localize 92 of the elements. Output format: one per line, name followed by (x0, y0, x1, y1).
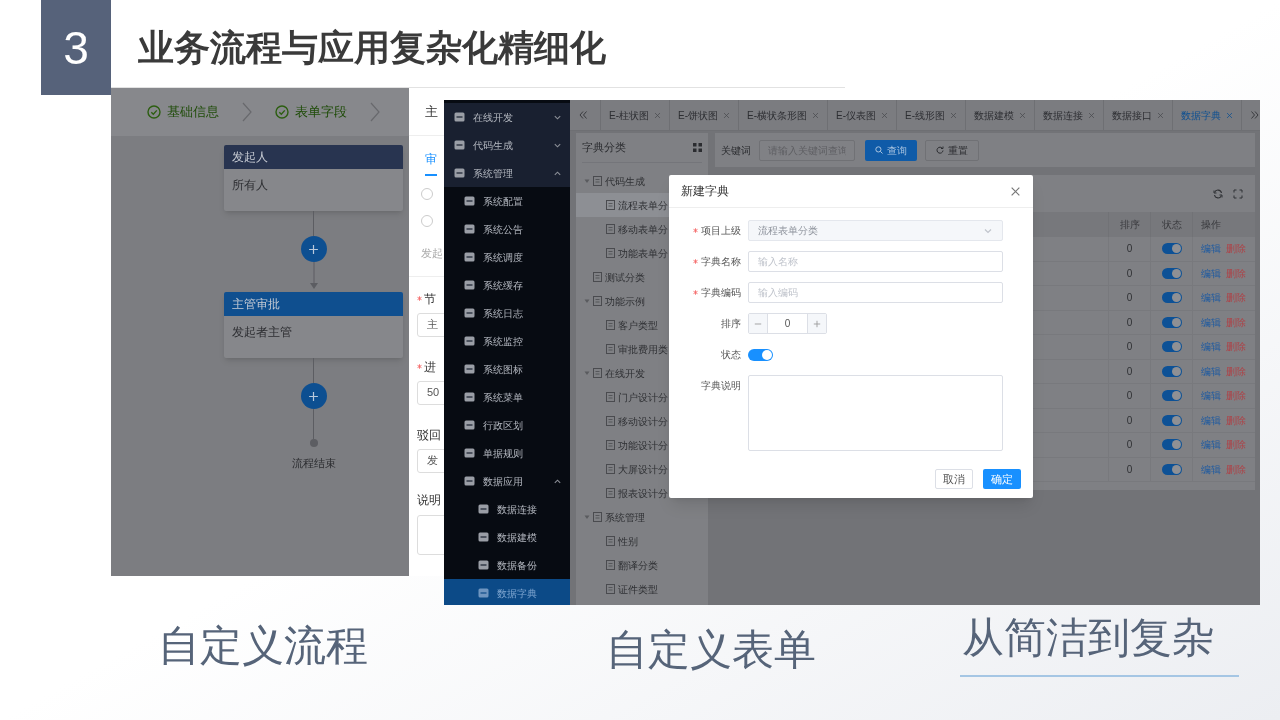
end-label: 流程结束 (291, 456, 336, 471)
table-cell-text: 0 (1126, 315, 1133, 330)
tab[interactable]: 数据字典 (1172, 100, 1241, 130)
sidebar-item[interactable]: 系统调度 (444, 243, 570, 271)
sidebar-item[interactable]: 系统日志 (444, 299, 570, 327)
hint-text: 发起 (420, 246, 444, 261)
reset-button[interactable]: 重置 (925, 139, 979, 161)
table-cell-text: 0 (1126, 389, 1133, 404)
edit-link[interactable]: 编辑 (1201, 314, 1221, 330)
table-cell-text: 0 (1126, 242, 1133, 257)
step-label[interactable]: 基础信息 (167, 102, 219, 122)
table-cell-text: 0 (1126, 340, 1133, 355)
caption: 从简洁到复杂 (960, 612, 1239, 677)
sidebar-item[interactable]: 单据规则 (444, 439, 570, 467)
table-cell-text: 0 (1126, 462, 1133, 477)
step-label[interactable]: 表单字段 (295, 102, 347, 122)
tree-item[interactable]: 性别 (576, 529, 708, 553)
tab[interactable]: E-柱状图 (600, 100, 669, 130)
tree-item[interactable]: 大屏设计分 (576, 457, 708, 481)
table-cell-text: 0 (1126, 266, 1133, 281)
tree-item[interactable]: 系统管理 (576, 505, 708, 529)
table-cell-text: 0 (1126, 364, 1133, 379)
tree-item[interactable]: 审批费用类 (576, 337, 708, 361)
caption: 自定义流程 (158, 621, 368, 671)
cancel-button[interactable]: 取消 (935, 469, 973, 489)
panel-title: 字典分类 (582, 140, 626, 156)
number-input[interactable]: 0 (748, 313, 827, 334)
field-label: 节 (424, 290, 436, 308)
sidebar-item[interactable]: 系统配置 (444, 187, 570, 215)
table-cell-text: 0 (1126, 438, 1133, 453)
section-number: 3 (41, 0, 111, 95)
table-cell-text: 0 (1126, 413, 1133, 428)
sidebar-item[interactable]: 数据备份 (444, 551, 570, 579)
tree-item[interactable]: 移动设计分 (576, 409, 708, 433)
sidebar-item[interactable]: 行政区划 (444, 411, 570, 439)
field-label: 驳回 (417, 426, 441, 444)
edit-link[interactable]: 编辑 (1201, 339, 1221, 355)
tab[interactable]: 数据接口 (1103, 100, 1172, 130)
number-value: 0 (784, 317, 791, 331)
slide-title: 业务流程与应用复杂化精细化 (138, 27, 606, 69)
edit-link[interactable]: 编辑 (1201, 437, 1221, 453)
tab[interactable]: E-线形图 (896, 100, 965, 130)
field-label: 排序 (721, 317, 741, 331)
edit-link[interactable]: 编辑 (1201, 388, 1221, 404)
field-label: 进 (424, 358, 436, 376)
sidebar-item[interactable]: 系统管理 (444, 159, 570, 187)
node-header: 发起人 (224, 145, 403, 169)
edit-link[interactable]: 编辑 (1201, 461, 1221, 477)
edit-link[interactable]: 编辑 (1201, 412, 1221, 428)
sidebar-item[interactable]: 数据建模 (444, 523, 570, 551)
field-label: 状态 (721, 348, 741, 362)
edit-link[interactable]: 编辑 (1201, 363, 1221, 379)
tab[interactable]: E-饼状图 (669, 100, 738, 130)
sidebar-item[interactable]: 代码生成 (444, 131, 570, 159)
tree-item[interactable]: 客户类型 (576, 313, 708, 337)
field-label: 说明 (417, 491, 442, 509)
flow-node[interactable]: 发起人 所有人 (224, 145, 403, 211)
search-button[interactable]: 查询 (865, 139, 917, 161)
field-label: 关键词 (721, 143, 751, 158)
node-assignee: 发起者主管 (231, 324, 293, 341)
confirm-button[interactable]: 确定 (983, 469, 1021, 489)
sidebar-item[interactable]: 数据字典 (444, 579, 570, 605)
field-label: 字典说明 (701, 379, 741, 393)
field-label: 项目上级 (701, 224, 741, 238)
node-assignee: 所有人 (231, 177, 269, 194)
tab[interactable]: E-横状条形图 (738, 100, 827, 130)
sidebar-item[interactable]: 数据连接 (444, 495, 570, 523)
tree-item[interactable]: 证件类型 (576, 577, 708, 601)
sidebar-item[interactable]: 系统图标 (444, 355, 570, 383)
sidebar-item[interactable]: 在线开发 (444, 103, 570, 131)
tab[interactable]: 数据连接 (1034, 100, 1103, 130)
select-field[interactable]: 流程表单分类 (748, 220, 1003, 241)
edit-link[interactable]: 编辑 (1201, 241, 1221, 257)
tree-item[interactable]: 报表设计分 (576, 481, 708, 505)
node-header: 主管审批 (224, 292, 403, 316)
edit-link[interactable]: 编辑 (1201, 290, 1221, 306)
sidebar-item[interactable]: 系统监控 (444, 327, 570, 355)
sidebar-item[interactable]: 系统缓存 (444, 271, 570, 299)
tree-item[interactable]: 功能设计分 (576, 433, 708, 457)
sidebar-item[interactable]: 系统公告 (444, 215, 570, 243)
tree-item[interactable]: 翻译分类 (576, 553, 708, 577)
caption: 自定义表单 (606, 625, 816, 675)
field-label: 字典编码 (701, 286, 741, 300)
panel-tab[interactable]: 审 (425, 150, 437, 176)
sidebar-item[interactable]: 系统菜单 (444, 383, 570, 411)
tab[interactable]: 数据建模 (965, 100, 1034, 130)
table-cell-text: 0 (1126, 291, 1133, 306)
sidebar-item[interactable]: 数据应用 (444, 467, 570, 495)
edit-link[interactable]: 编辑 (1201, 265, 1221, 281)
panel-title: 主 (425, 102, 438, 121)
flow-node[interactable]: 主管审批 发起者主管 (224, 292, 403, 358)
tab[interactable]: E-仪表图 (827, 100, 896, 130)
